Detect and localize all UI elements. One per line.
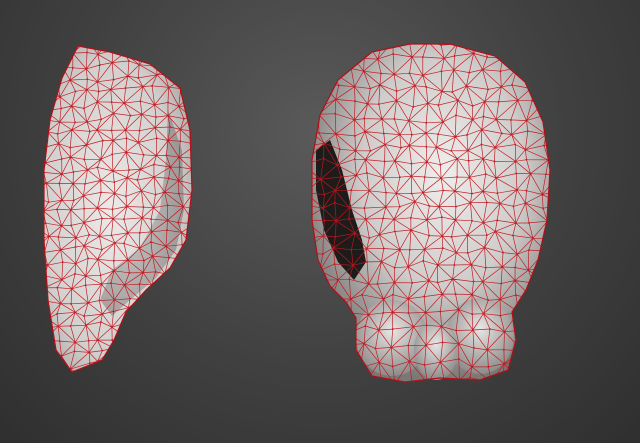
viewport-canvas[interactable] <box>0 0 640 443</box>
side-view-mesh[interactable] <box>29 35 213 396</box>
3d-viewport[interactable] <box>0 0 640 443</box>
front-mesh-lower-right-lobe <box>446 298 514 374</box>
front-view-mesh[interactable] <box>277 19 592 442</box>
